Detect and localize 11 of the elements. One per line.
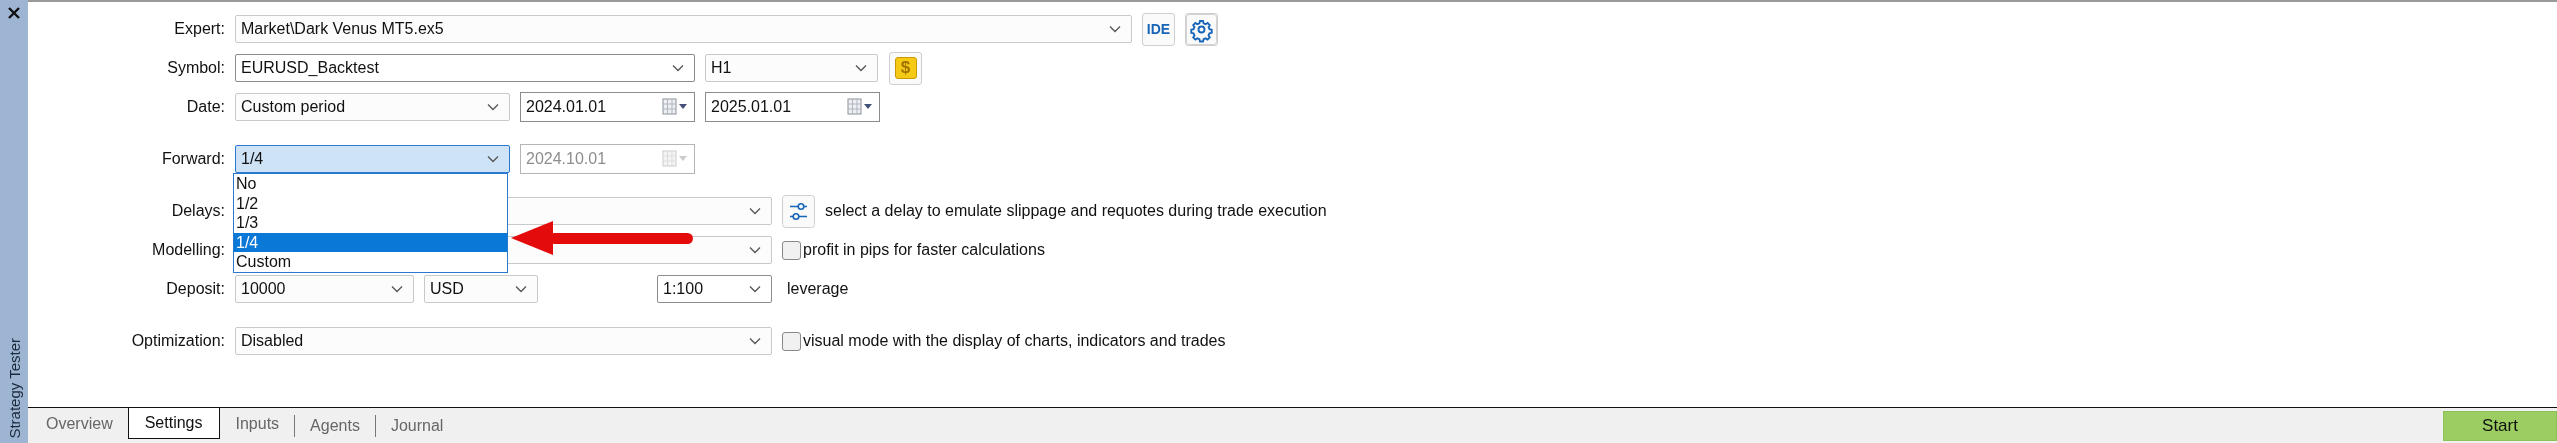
field-label: Date: [185,98,225,116]
field-label: Symbol: [166,59,225,77]
field-label: Forward: [160,150,225,168]
field-label: Modelling: [151,241,225,259]
hint-text: select a delay to emulate slippage and requotes during trade execution [825,202,1327,220]
field-label: Expert: [173,20,225,38]
field-label: Optimization: [130,332,225,350]
field-label: Delays: [170,202,225,220]
field-label: Deposit: [165,280,225,298]
leverage-label: leverage [787,280,849,298]
panel-title: Strategy Tester [5,338,23,439]
